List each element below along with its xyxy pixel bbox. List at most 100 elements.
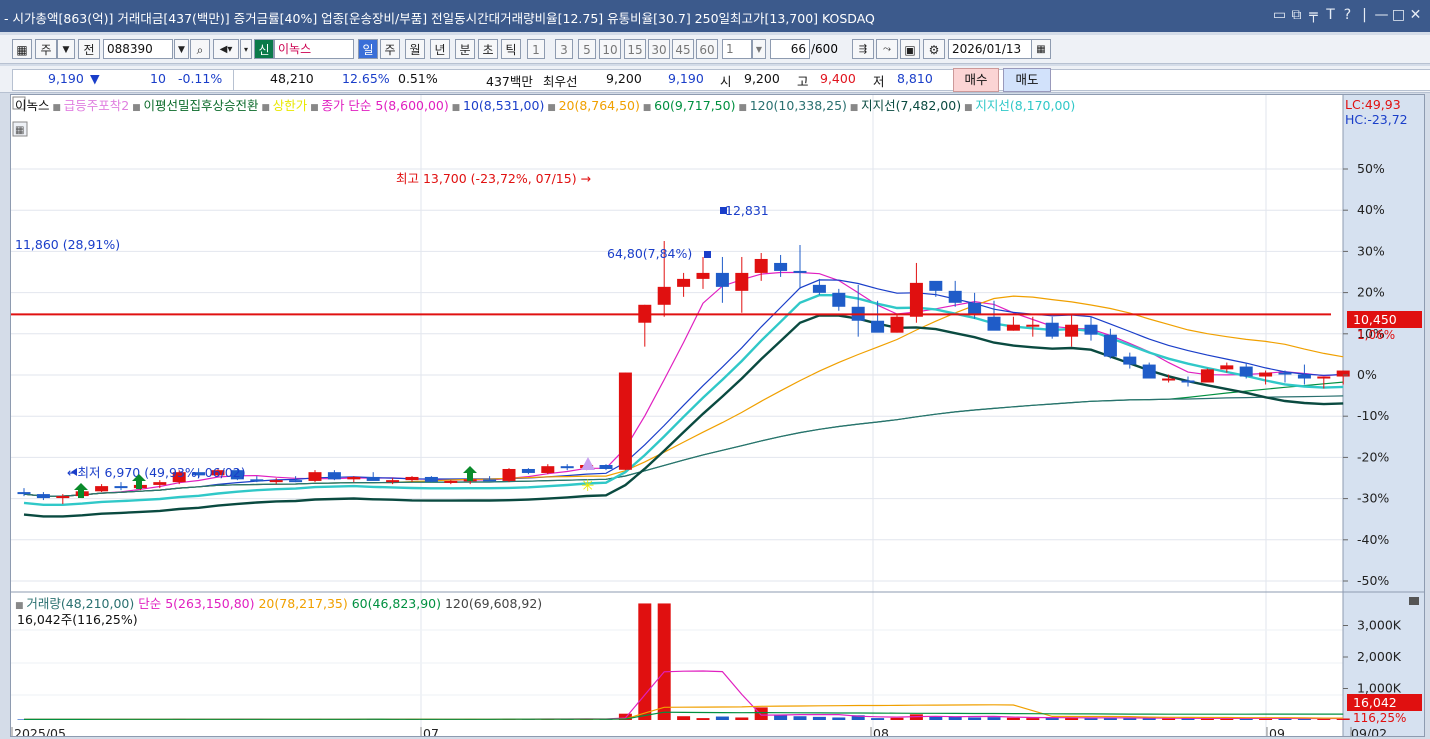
code-dropdown-icon[interactable]: ▼ — [174, 39, 189, 59]
legend-item: 상한가 — [273, 98, 308, 113]
open-price: 9,200 — [744, 71, 780, 86]
price-tick-label: 20% — [1357, 285, 1385, 300]
price-badge-value: 10,450 — [1353, 312, 1397, 327]
stock-code-input[interactable]: 088390 — [103, 39, 173, 59]
font-icon[interactable]: T — [1322, 7, 1339, 23]
legend-bullet-icon: ■ — [50, 103, 64, 113]
period-month[interactable]: 월 — [405, 39, 425, 59]
calendar-icon[interactable]: ▦ — [1031, 39, 1051, 59]
price: 9,190 — [48, 71, 84, 86]
candle-body — [813, 285, 826, 293]
candle-body — [347, 477, 360, 479]
close-icon[interactable]: ✕ — [1407, 7, 1424, 23]
candle-body — [1201, 369, 1214, 382]
restore-icon[interactable]: ⧉ — [1288, 7, 1305, 23]
draw-tool-icon[interactable]: ⤳ — [876, 39, 898, 59]
volume-legend[interactable]: ■ 거래량(48,210,00) 단순 5(263,150,80) 20(78,… — [15, 596, 542, 611]
code-type-select[interactable]: 주 — [35, 39, 57, 59]
speaker-dropdown-icon[interactable]: ▾ — [240, 39, 252, 59]
x-axis-label: 08 — [873, 726, 889, 736]
period-week[interactable]: 주 — [380, 39, 400, 59]
buy-button[interactable]: 매수 — [953, 68, 999, 92]
ma120-line — [24, 396, 1343, 496]
candle-body — [619, 373, 632, 470]
chevron-down-icon[interactable]: ▼ — [57, 39, 75, 59]
layout-icon[interactable]: ▭ — [1271, 7, 1288, 23]
interval-3[interactable]: 3 — [555, 39, 573, 59]
price-volume-chart[interactable]: 50%40%30%20%10%0%-10%-20%-30%-40%-50% 3,… — [11, 95, 1424, 736]
high-price: 9,400 — [820, 71, 856, 86]
stock-name-field[interactable]: 이녹스 — [274, 39, 354, 59]
speaker-icon[interactable]: ◀▾ — [213, 39, 239, 59]
volume-bars — [18, 603, 1350, 720]
interval-45[interactable]: 45 — [672, 39, 694, 59]
candle-body — [1317, 377, 1330, 379]
sell-button[interactable]: 매도 — [1003, 68, 1051, 92]
candle-body — [153, 482, 166, 485]
interval-15[interactable]: 15 — [624, 39, 646, 59]
candle-body — [1123, 357, 1136, 365]
pin-icon[interactable]: ╤ — [1305, 7, 1322, 23]
price-legend[interactable]: 이녹스 ■ 급등주포착2 ■ 이평선밀집후상승전환 ■ 상한가 ■ 종가 단순 … — [15, 98, 1075, 113]
volume-bar — [949, 717, 962, 720]
candle-body — [289, 480, 302, 482]
candle-body — [18, 492, 31, 494]
gear-icon[interactable]: ⚙ — [923, 39, 945, 59]
candle-body — [37, 494, 50, 498]
candle-body — [250, 479, 263, 481]
interval-60[interactable]: 60 — [696, 39, 718, 59]
count-input[interactable]: 66 — [770, 39, 810, 59]
help-icon[interactable]: ? — [1339, 7, 1356, 23]
maximize-icon[interactable]: □ — [1390, 7, 1407, 23]
period-year[interactable]: 년 — [430, 39, 450, 59]
period-minute[interactable]: 분 — [455, 39, 475, 59]
legend-bullet-icon: ■ — [307, 103, 321, 113]
legend-item: 종가 단순 5(8,600,00) — [321, 98, 448, 113]
volume-tick-label: 3,000K — [1357, 618, 1402, 633]
volume-bar — [774, 715, 787, 720]
new-badge: 신 — [254, 39, 274, 59]
open-label: 시 — [720, 71, 732, 90]
minimize-icon[interactable]: — — [1373, 7, 1390, 23]
candle-body — [1220, 365, 1233, 369]
unit-input[interactable]: 1 — [722, 39, 752, 59]
search-icon[interactable]: ⌕ — [190, 39, 210, 59]
time-axis: 2025/0507080909/02 — [12, 726, 1387, 736]
legend-item: 단순 5(263,150,80) — [134, 596, 254, 611]
period-day[interactable]: 일 — [358, 39, 378, 59]
legend-item: 이녹스 — [15, 98, 50, 113]
candle-body — [832, 293, 845, 307]
candle-body — [1143, 365, 1156, 379]
period-tick[interactable]: 틱 — [501, 39, 521, 59]
change-rate: -0.11% — [178, 71, 222, 86]
grid-icon[interactable]: ▦ — [12, 39, 32, 59]
period-second[interactable]: 초 — [478, 39, 498, 59]
interval-1[interactable]: 1 — [527, 39, 545, 59]
mid-marker-icon — [704, 251, 711, 258]
best-bid-label: 최우선 — [543, 71, 578, 90]
interval-5[interactable]: 5 — [578, 39, 596, 59]
bid-price: 9,190 — [668, 71, 704, 86]
triangle-signal-icon — [581, 457, 595, 470]
legend-item: 이평선밀집후상승전환 — [143, 98, 259, 113]
legend-bullet-icon: ■ — [735, 103, 749, 113]
unit-dropdown-icon[interactable]: ▼ — [752, 39, 766, 59]
interval-10[interactable]: 10 — [599, 39, 621, 59]
volume-pane-menu-icon[interactable] — [1409, 597, 1419, 605]
all-button[interactable]: 전 — [78, 39, 100, 59]
volume-ratio: 12.65% — [342, 71, 390, 86]
legend-bullet-icon: ■ — [640, 103, 654, 113]
candle-body — [270, 480, 283, 482]
interval-30[interactable]: 30 — [648, 39, 670, 59]
price-direction-icon: ▼ — [90, 71, 100, 86]
candle-body — [929, 281, 942, 291]
save-icon[interactable]: ▣ — [900, 39, 920, 59]
legend-item: 지지선(7,482,00) — [861, 98, 961, 113]
candle-body — [774, 263, 787, 271]
date-input[interactable]: 2026/01/13 — [948, 39, 1032, 59]
low-annotation: ←최저 6,970 (49,93%, 06/02) — [67, 465, 246, 480]
legend-item: 60(9,717,50) — [654, 98, 735, 113]
compare-icon[interactable]: ⇶ — [852, 39, 874, 59]
change: 10 — [150, 71, 166, 86]
candle-body — [1162, 379, 1175, 381]
